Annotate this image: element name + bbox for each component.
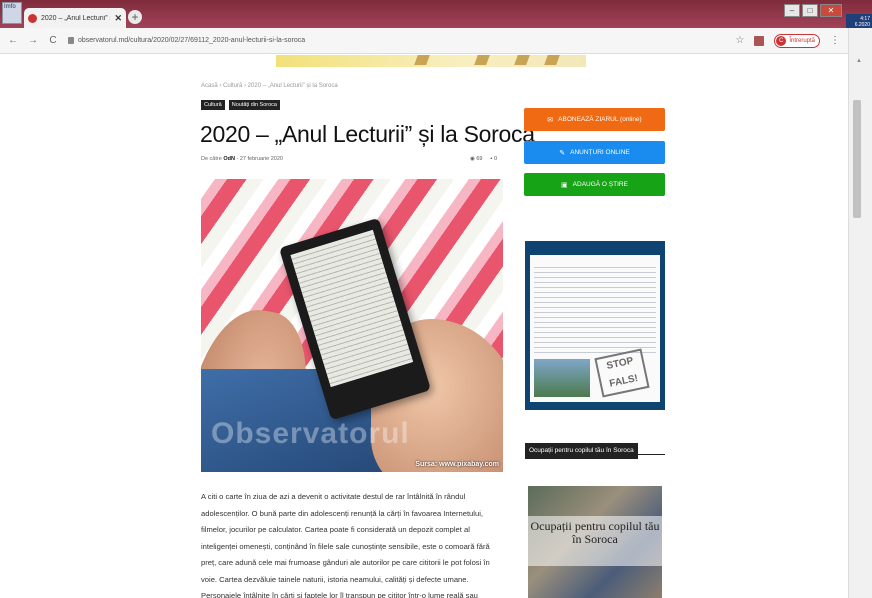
activities-promo-image[interactable]: Ocupații pentru copilul tău în Soroca (528, 486, 662, 598)
article-tags: Cultură Noutăți din Soroca (201, 100, 280, 110)
comments-value: 0 (493, 156, 498, 162)
extension-icon[interactable] (754, 35, 765, 46)
article-meta: De către OdN - 27 februarie 2020 (201, 156, 283, 162)
article-date: - 27 februarie 2020 (236, 156, 283, 162)
tab-title: 2020 – „Anul Lecturii” și la Soroc (41, 14, 110, 22)
views-value: 69 (476, 156, 483, 162)
tab-close-icon[interactable]: ✕ (114, 13, 122, 24)
online-ads-button[interactable]: ✎ ANUNȚURI ONLINE (524, 141, 665, 164)
subscribe-label: ABONEAZĂ ZIARUL (online) (558, 116, 642, 123)
sync-paused-label: Întreruptă (789, 37, 815, 44)
browser-tab[interactable]: 2020 – „Anul Lecturii” și la Soroc ✕ (24, 8, 126, 28)
desktop-shortcut-icon[interactable]: Imfo (2, 2, 22, 24)
section-title-label: Ocupații pentru copilul tău în Soroca (525, 443, 638, 459)
ebook-screen (290, 229, 414, 388)
envelope-icon: ✉ (547, 116, 554, 124)
sync-paused-button[interactable]: C Întreruptă (774, 33, 820, 48)
author-link[interactable]: OdN (223, 156, 235, 162)
add-news-button[interactable]: ▣ ADAUGĂ O ȘTIRE (524, 173, 665, 196)
image-watermark: Observatorul (211, 417, 410, 450)
browser-menu-icon[interactable]: ⋮ (830, 35, 840, 46)
stop-fals-ad[interactable]: STOP FALS! (525, 241, 665, 410)
sidebar-section-title: Ocupații pentru copilul tău în Soroca (525, 439, 665, 459)
eye-icon: ◉ (470, 156, 475, 162)
scroll-thumb[interactable] (853, 100, 861, 218)
web-page: Acasă › Cultură › 2020 – „Anul Lecturii”… (0, 55, 848, 598)
comments-count[interactable]: ▪ 0 (490, 156, 497, 162)
document-icon: ▣ (561, 181, 568, 189)
top-banner-ad[interactable] (276, 55, 586, 67)
subscribe-button[interactable]: ✉ ABONEAZĂ ZIARUL (online) (524, 108, 665, 131)
desktop-shortcut-label: Imfo (4, 4, 16, 10)
maximize-button[interactable]: □ (802, 4, 818, 17)
minimize-button[interactable]: – (784, 4, 800, 17)
new-tab-button[interactable]: + (128, 10, 142, 24)
avatar: C (776, 35, 787, 46)
pencil-icon: ✎ (559, 149, 566, 157)
article-body: A citi o carte în ziua de azi a devenit … (201, 492, 490, 598)
tag-cultura[interactable]: Cultură (201, 100, 225, 110)
window-titlebar: Imfo 2020 – „Anul Lecturii” și la Soroc … (0, 0, 872, 32)
site-favicon-icon (28, 13, 37, 23)
address-bar[interactable]: observatorul.md/cultura/2020/02/27/69112… (68, 37, 305, 44)
ad-screenshot: STOP FALS! (530, 255, 660, 402)
reload-icon[interactable]: C (46, 35, 60, 46)
close-window-button[interactable]: ✕ (820, 4, 842, 17)
forward-arrow-icon[interactable]: → (26, 35, 40, 46)
url-text[interactable]: observatorul.md/cultura/2020/02/27/69112… (78, 37, 305, 44)
views-count: ◉ 69 (470, 156, 482, 162)
article-title: 2020 – „Anul Lecturii” și la Soroca (200, 121, 535, 147)
ad-text-lines (534, 263, 656, 353)
add-news-label: ADAUGĂ O ȘTIRE (572, 181, 628, 188)
tag-noutati-soroca[interactable]: Noutăți din Soroca (228, 100, 280, 110)
scroll-up-arrow-icon[interactable]: ▲ (856, 58, 862, 64)
window-controls: – □ ✕ (784, 4, 842, 17)
stop-fals-stamp: STOP FALS! (594, 348, 650, 398)
bookmark-star-icon[interactable]: ☆ (735, 35, 744, 46)
promo-text: Ocupații pentru copilul tău în Soroca (530, 519, 660, 546)
author-prefix: De către (201, 156, 222, 162)
browser-toolbar: ← → C observatorul.md/cultura/2020/02/27… (0, 28, 848, 54)
toolbar-actions: ☆ C Întreruptă ⋮ (735, 33, 848, 48)
page-scrollbar[interactable]: ▲ (848, 28, 872, 598)
image-source-caption: Sursa: www.pixabay.com (415, 461, 499, 468)
breadcrumb: Acasă › Cultură › 2020 – „Anul Lecturii”… (201, 83, 338, 89)
comment-icon: ▪ (490, 156, 493, 162)
article-stats: ◉ 69 ▪ 0 (470, 156, 497, 162)
article-hero-image: Observatorul Sursa: www.pixabay.com (201, 179, 503, 472)
ad-photo (534, 359, 590, 397)
online-ads-label: ANUNȚURI ONLINE (570, 149, 630, 156)
lock-icon (68, 37, 74, 44)
back-arrow-icon[interactable]: ← (6, 35, 20, 46)
